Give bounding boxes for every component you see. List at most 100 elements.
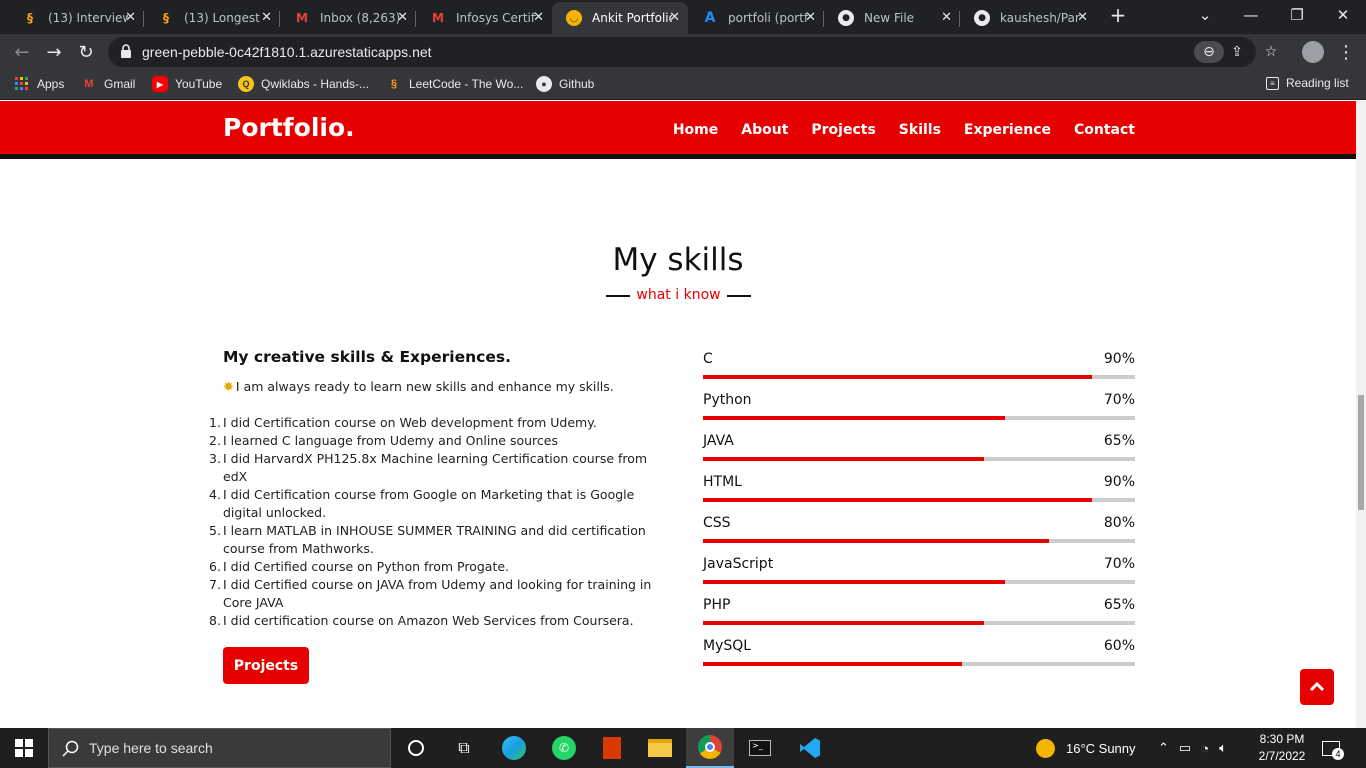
bookmark-label: Qwiklabs - Hands-... xyxy=(261,77,370,91)
browser-toolbar: ← → ↻ green-pebble-0c42f1810.1.azurestat… xyxy=(0,34,1366,70)
tab-title: (13) Longest xyxy=(184,11,260,25)
chrome-icon[interactable] xyxy=(686,728,734,768)
projects-button[interactable]: Projects xyxy=(223,647,309,684)
tab-new-file[interactable]: ● New File ✕ xyxy=(824,2,960,34)
volume-icon[interactable]: 🔈︎ xyxy=(1219,740,1227,756)
chevron-up-icon xyxy=(1309,682,1325,692)
skill-bar-fill xyxy=(703,580,1006,584)
back-button[interactable]: ← xyxy=(10,40,34,64)
bookmark-leetcode[interactable]: § LeetCode - The Wo... xyxy=(386,76,523,92)
site-logo[interactable]: Portfolio. xyxy=(223,113,355,142)
tab-search-chevron-icon[interactable]: ⌄ xyxy=(1182,0,1228,30)
weather-widget[interactable]: 16°C Sunny xyxy=(1036,728,1136,768)
reload-button[interactable]: ↻ xyxy=(74,40,98,64)
skill-row-html: HTML 90% xyxy=(703,474,1135,515)
skill-bar-track xyxy=(703,416,1135,420)
tab-inbox[interactable]: M Inbox (8,263) ✕ xyxy=(280,2,416,34)
taskbar-search-box[interactable]: Type here to search xyxy=(48,728,391,768)
new-tab-button[interactable]: + xyxy=(1096,0,1140,30)
site-menu: Home About Projects Skills Experience Co… xyxy=(673,122,1135,138)
nav-home[interactable]: Home xyxy=(673,122,718,138)
clock-time: 8:30 PM xyxy=(1259,732,1305,746)
url-text[interactable]: green-pebble-0c42f1810.1.azurestaticapps… xyxy=(142,44,432,60)
skill-bar-fill xyxy=(703,662,963,666)
vscode-icon[interactable] xyxy=(786,728,834,768)
nav-about[interactable]: About xyxy=(741,122,788,138)
bookmark-label: Github xyxy=(559,77,595,91)
office-icon[interactable] xyxy=(588,728,636,768)
forward-button[interactable]: → xyxy=(42,40,66,64)
scroll-to-top-button[interactable] xyxy=(1300,669,1334,705)
section-title: My skills xyxy=(612,242,744,278)
bookmark-label: Apps xyxy=(37,77,65,91)
tab-title: kaushesh/Par xyxy=(1000,11,1080,25)
restore-button[interactable]: ❐ xyxy=(1274,0,1320,30)
bookmark-github[interactable]: ● Github xyxy=(536,76,594,92)
file-explorer-icon[interactable] xyxy=(636,728,684,768)
share-icon[interactable]: ⇪ xyxy=(1226,41,1248,63)
tab-title: portfoli (portf xyxy=(728,11,808,25)
close-icon[interactable]: ✕ xyxy=(533,10,544,25)
windows-logo-icon xyxy=(15,739,33,757)
reading-list-button[interactable]: ≡ Reading list xyxy=(1266,76,1349,90)
skills-heading: My creative skills & Experiences. xyxy=(223,348,511,366)
sun-icon xyxy=(1036,738,1055,758)
tab-portfoli[interactable]: A portfoli (portf ✕ xyxy=(688,2,824,34)
close-icon[interactable]: ✕ xyxy=(805,10,816,25)
minimize-button[interactable]: — xyxy=(1228,0,1274,30)
tab-infosys[interactable]: M Infosys Certifi ✕ xyxy=(416,2,552,34)
nav-skills[interactable]: Skills xyxy=(899,122,941,138)
nav-experience[interactable]: Experience xyxy=(964,122,1051,138)
close-icon[interactable]: ✕ xyxy=(1077,10,1088,25)
zoom-icon[interactable]: ⊖ xyxy=(1194,41,1224,63)
skill-row-javascript: JavaScript 70% xyxy=(703,556,1135,597)
browser-tab-strip: § (13) Interview ✕ § (13) Longest ✕ M In… xyxy=(0,0,1366,34)
tab-interview[interactable]: § (13) Interview ✕ xyxy=(8,2,144,34)
cortana-icon[interactable] xyxy=(392,728,440,768)
skill-row-python: Python 70% xyxy=(703,392,1135,433)
notification-center[interactable]: 4 xyxy=(1322,728,1344,768)
skill-row-c: C 90% xyxy=(703,351,1135,392)
scrollbar-thumb[interactable] xyxy=(1358,395,1364,510)
tab-kaushesh[interactable]: ● kaushesh/Par ✕ xyxy=(960,2,1096,34)
skill-name: CSS xyxy=(703,515,731,531)
page-scrollbar[interactable] xyxy=(1356,101,1366,728)
close-icon[interactable]: ✕ xyxy=(125,10,136,25)
chevron-up-icon[interactable]: ⌃ xyxy=(1158,740,1169,756)
skill-percent: 70% xyxy=(1103,556,1135,572)
close-icon[interactable]: ✕ xyxy=(669,10,680,25)
profile-avatar[interactable] xyxy=(1302,41,1324,63)
whatsapp-icon[interactable]: ✆ xyxy=(540,728,588,768)
bookmark-qwiklabs[interactable]: Q Qwiklabs - Hands-... xyxy=(238,76,369,92)
tab-ankit-portfolio[interactable]: ◡ Ankit Portfolio ✕ xyxy=(552,2,688,34)
windows-start-button[interactable] xyxy=(0,728,48,768)
bookmark-apps[interactable]: Apps xyxy=(14,76,64,92)
edge-icon[interactable] xyxy=(490,728,538,768)
tab-longest[interactable]: § (13) Longest ✕ xyxy=(144,2,280,34)
skill-bar-fill xyxy=(703,621,984,625)
bookmark-youtube[interactable]: ▶ YouTube xyxy=(152,76,222,92)
youtube-icon: ▶ xyxy=(152,76,168,92)
bookmark-gmail[interactable]: M Gmail xyxy=(81,76,135,92)
menu-kebab-icon[interactable]: ⋮ xyxy=(1334,40,1358,64)
azure-icon: A xyxy=(704,10,716,26)
close-icon[interactable]: ✕ xyxy=(397,10,408,25)
wifi-icon[interactable]: ◔ xyxy=(1201,741,1209,756)
task-view-icon[interactable]: ⧉ xyxy=(440,728,488,768)
address-bar[interactable]: green-pebble-0c42f1810.1.azurestaticapps… xyxy=(108,37,1277,67)
bookmark-star-icon[interactable]: ☆ xyxy=(1260,41,1282,63)
skill-bar-track xyxy=(703,498,1135,502)
close-window-button[interactable]: ✕ xyxy=(1320,0,1366,30)
nav-projects[interactable]: Projects xyxy=(811,122,875,138)
gmail-icon: M xyxy=(296,11,308,25)
close-icon[interactable]: ✕ xyxy=(941,10,952,25)
list-item: 5. I learn MATLAB in INHOUSE SUMMER TRAIN… xyxy=(209,523,646,556)
close-icon[interactable]: ✕ xyxy=(261,10,272,25)
bookmark-label: LeetCode - The Wo... xyxy=(409,77,524,91)
terminal-icon[interactable]: >_ xyxy=(736,728,784,768)
qwiklabs-icon: Q xyxy=(238,76,254,92)
skill-name: JavaScript xyxy=(703,556,774,572)
battery-icon[interactable]: ▭ xyxy=(1179,740,1191,756)
nav-contact[interactable]: Contact xyxy=(1074,122,1135,138)
taskbar-clock[interactable]: 8:30 PM 2/7/2022 xyxy=(1252,731,1312,765)
